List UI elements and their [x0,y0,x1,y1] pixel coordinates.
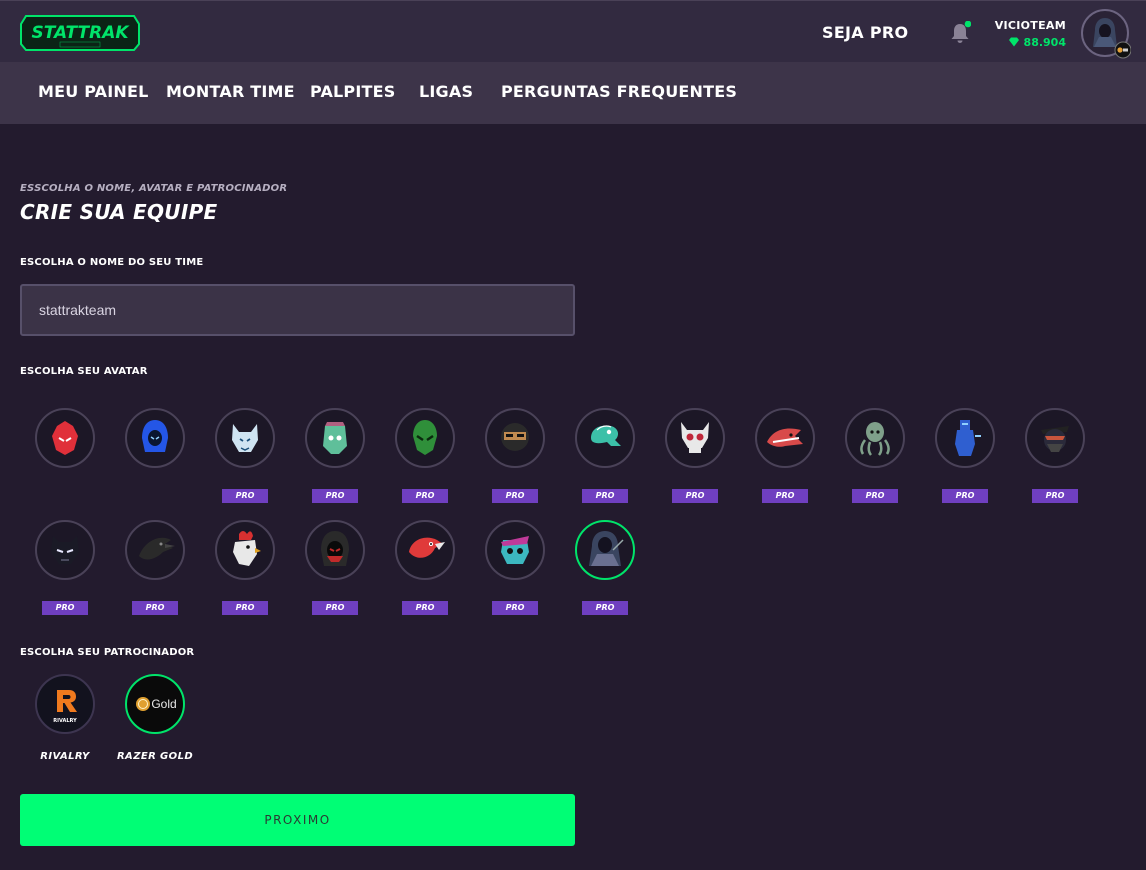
green-zombie-avatar-icon [305,408,365,468]
avatar-option-dark-assassin[interactable] [305,520,365,580]
top-header: STATTRAK SEJA PRO VICIOTEAM 88.904 [0,0,1146,62]
blue-hood-avatar-icon [125,408,185,468]
avatar-option-shark[interactable] [755,408,815,468]
pro-badge: PRO [1032,489,1078,503]
pro-badge: PRO [582,601,628,615]
bell-icon[interactable] [949,21,971,45]
page-subtitle: ESSCOLHA O NOME, AVATAR E PATROCINADOR [20,183,288,194]
white-wolf-avatar-icon [215,408,275,468]
avatar-option-blue-knight[interactable] [935,408,995,468]
pro-badge: PRO [492,601,538,615]
avatar-option-red-bird[interactable] [395,520,455,580]
pro-badge: PRO [672,489,718,503]
razer-gold-logo-text: Gold [151,697,176,711]
bandit-avatar-icon [1025,408,1085,468]
razer-gold-logo-icon: Gold [125,674,185,734]
pro-badge: PRO [492,489,538,503]
avatar-option-green-zombie[interactable] [305,408,365,468]
user-avatar[interactable] [1081,9,1131,59]
diamond-icon [1008,37,1019,47]
nav-meu-painel[interactable]: MEU PAINEL [38,82,149,101]
pro-badge: PRO [312,601,358,615]
sponsor-rivalry[interactable]: RIVALRY [35,674,95,734]
nav-ligas[interactable]: LIGAS [419,82,473,101]
pro-badge: PRO [132,601,178,615]
pro-badge: PRO [582,489,628,503]
nav-montar-time[interactable]: MONTAR TIME [166,82,295,101]
sponsor-rivalry-label: RIVALRY [40,751,90,762]
avatar-option-kraken[interactable] [845,408,905,468]
masked-soldier-avatar-icon [485,408,545,468]
pro-badge: PRO [222,489,268,503]
avatar-option-bandit[interactable] [1025,408,1085,468]
avatar-option-cyber-skull[interactable] [485,520,545,580]
main-nav: MEU PAINEL MONTAR TIME PALPITES LIGAS PE… [0,62,1146,124]
avatar-option-black-panther[interactable] [35,520,95,580]
avatar-option-white-wolf[interactable] [215,408,275,468]
pro-badge: PRO [942,489,988,503]
avatar-section-label: ESCOLHA SEU AVATAR [20,366,148,377]
dark-assassin-avatar-icon [305,520,365,580]
pro-badge: PRO [312,489,358,503]
pro-badge: PRO [762,489,808,503]
seja-pro-link[interactable]: SEJA PRO [822,23,908,42]
pro-badge: PRO [222,601,268,615]
stattrak-logo[interactable]: STATTRAK [20,14,140,52]
user-points-value: 88.904 [1023,35,1066,49]
next-button[interactable]: PROXIMO [20,794,575,846]
kraken-avatar-icon [845,408,905,468]
user-name: VICIOTEAM [994,19,1066,32]
team-name-label: ESCOLHA O NOME DO SEU TIME [20,257,204,268]
team-name-input[interactable] [20,284,575,336]
sponsor-razer-gold-label: RAZER GOLD [116,751,194,762]
sponsor-section-label: ESCOLHA SEU PATROCINADOR [20,647,195,658]
red-demon-avatar-icon [35,408,95,468]
blue-knight-avatar-icon [935,408,995,468]
green-alien-avatar-icon [395,408,455,468]
avatar-option-skull-devil[interactable] [665,408,725,468]
avatar-option-blue-hood[interactable] [125,408,185,468]
black-crow-avatar-icon [125,520,185,580]
avatar-option-rooster[interactable] [215,520,275,580]
pro-badge: PRO [402,601,448,615]
red-bird-avatar-icon [395,520,455,580]
rivalry-logo-text: RIVALRY [53,718,77,724]
rivalry-logo-icon: RIVALRY [35,674,95,734]
black-panther-avatar-icon [35,520,95,580]
nav-perguntas-frequentes[interactable]: PERGUNTAS FREQUENTES [501,82,737,101]
pro-badge: PRO [42,601,88,615]
rooster-avatar-icon [215,520,275,580]
avatar-option-masked-soldier[interactable] [485,408,545,468]
cyber-skull-avatar-icon [485,520,545,580]
user-points: 88.904 [1008,36,1066,49]
logo-text: STATTRAK [31,23,130,43]
skull-devil-avatar-icon [665,408,725,468]
avatar-option-green-alien[interactable] [395,408,455,468]
hooded-reaper-avatar-icon [575,520,635,580]
pro-badge: PRO [402,489,448,503]
avatar-option-teal-snake[interactable] [575,408,635,468]
teal-snake-avatar-icon [575,408,635,468]
page-title: CRIE SUA EQUIPE [20,200,218,224]
pro-badge: PRO [852,489,898,503]
avatar-option-hooded-reaper[interactable] [575,520,635,580]
nav-palpites[interactable]: PALPITES [310,82,395,101]
avatar-option-red-demon[interactable] [35,408,95,468]
shark-avatar-icon [755,408,815,468]
user-info: VICIOTEAM 88.904 [995,19,1066,51]
sponsor-razer-gold[interactable]: Gold [125,674,185,734]
avatar-option-black-crow[interactable] [125,520,185,580]
